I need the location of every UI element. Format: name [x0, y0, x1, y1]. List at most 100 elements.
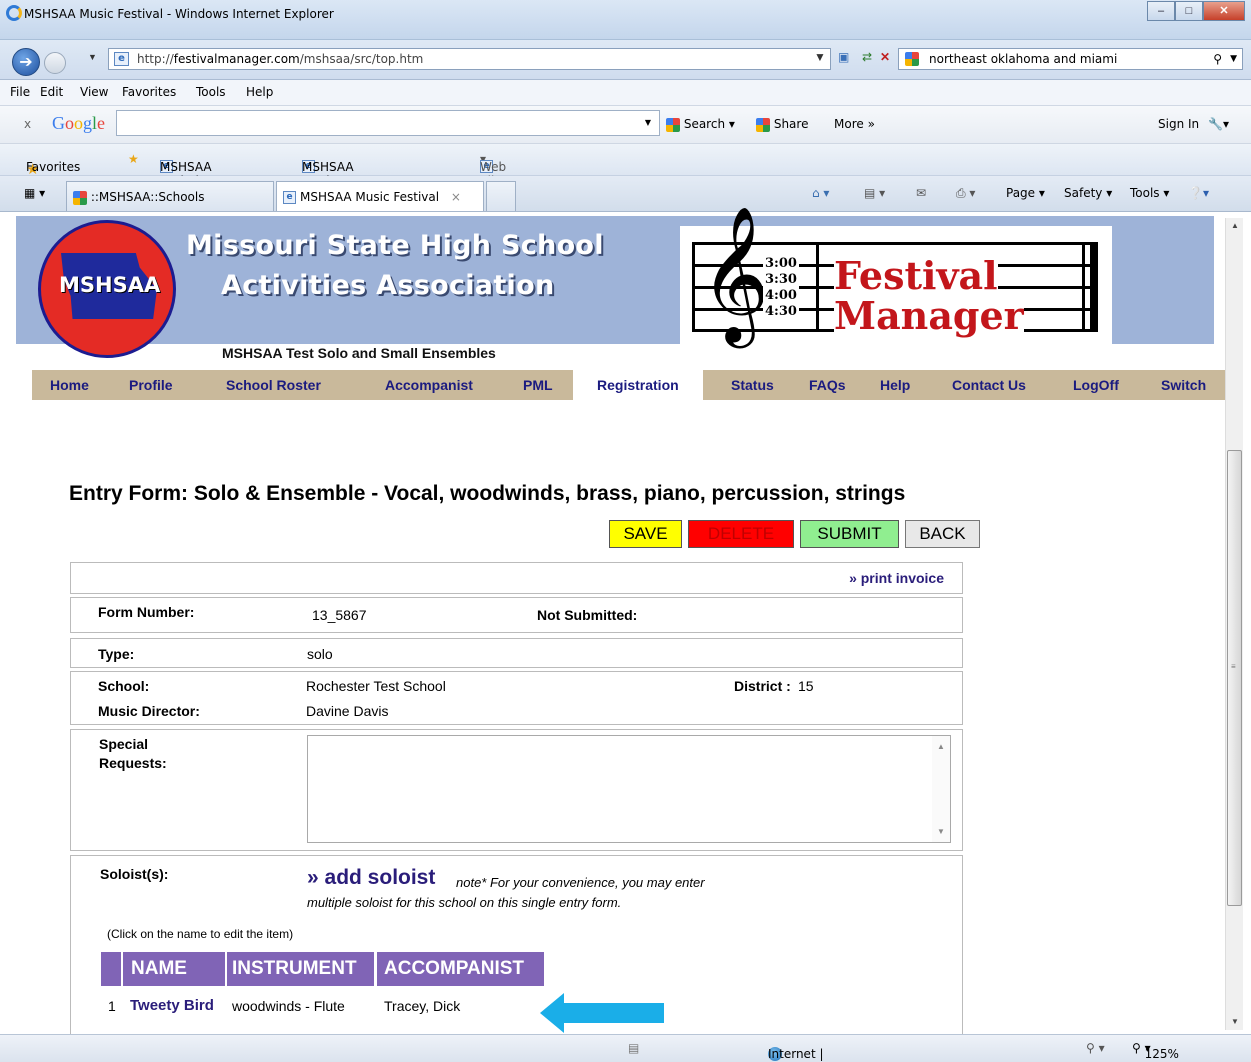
back-button[interactable]: ➔	[12, 48, 40, 76]
scroll-down-icon[interactable]: ▼	[937, 827, 945, 836]
stop-icon[interactable]: ✕	[880, 50, 890, 64]
menu-help[interactable]: Help	[246, 85, 273, 99]
add-soloist-link[interactable]: » add soloist	[307, 866, 435, 890]
protected-mode-icon[interactable]: ⚲ ▾	[1086, 1041, 1105, 1055]
google-icon	[666, 117, 680, 132]
row-number: 1	[108, 998, 116, 1014]
search-dropdown-icon[interactable]: ▼	[1230, 49, 1237, 69]
menu-edit[interactable]: Edit	[40, 85, 63, 99]
ie-logo-icon	[6, 5, 22, 21]
staff-barline	[692, 242, 695, 332]
nav-accompanist[interactable]: Accompanist	[385, 377, 473, 393]
address-input[interactable]: e http://festivalmanager.com/mshsaa/src/…	[108, 48, 831, 70]
staff-barline	[1090, 242, 1098, 332]
maximize-button[interactable]: □	[1175, 1, 1203, 21]
url-path: /mshsaa/src/top.htm	[299, 52, 424, 66]
new-tab-button[interactable]	[486, 181, 516, 211]
menu-view[interactable]: View	[80, 85, 108, 99]
not-submitted-label: Not Submitted:	[537, 607, 638, 623]
tools-menu[interactable]: Tools ▾	[1130, 186, 1169, 200]
help-icon[interactable]: ❔▾	[1188, 186, 1209, 200]
nav-registration[interactable]: Registration	[573, 370, 703, 400]
minimize-button[interactable]: –	[1147, 1, 1175, 21]
form-number-label: Form Number:	[98, 604, 195, 620]
column-header-accompanist: ACCOMPANIST	[377, 952, 544, 986]
share-button[interactable]: Share	[756, 117, 808, 132]
nav-school-roster[interactable]: School Roster	[226, 377, 321, 393]
google-search-input[interactable]: ▼	[116, 110, 660, 136]
window-titlebar: MSHSAA Music Festival - Windows Internet…	[0, 0, 1251, 40]
security-zone-label: Internet | Protected Mode: On	[768, 1047, 825, 1062]
history-dropdown-icon[interactable]: ▼	[88, 52, 97, 62]
close-window-button[interactable]: ✕	[1203, 1, 1245, 21]
form-number-value: 13_5867	[312, 607, 367, 623]
zoom-level: 125%	[1144, 1047, 1179, 1061]
address-dropdown-icon[interactable]: ▼	[814, 50, 826, 64]
page-menu[interactable]: Page ▾	[1006, 186, 1045, 200]
print-icon[interactable]: ⎙ ▾	[956, 186, 975, 201]
zoom-control[interactable]: ⚲ 125% ▾	[1132, 1041, 1179, 1061]
district-value: 15	[798, 678, 814, 694]
menu-file[interactable]: File	[10, 85, 30, 99]
search-input[interactable]: northeast oklahoma and miami ⚲ ▼	[898, 48, 1243, 70]
nav-switch[interactable]: Switch	[1161, 377, 1206, 393]
share-label: Share	[773, 117, 809, 131]
nav-contact-us[interactable]: Contact Us	[952, 377, 1026, 393]
delete-button[interactable]: DELETE	[688, 520, 794, 548]
nav-faqs[interactable]: FAQs	[809, 377, 846, 393]
home-icon[interactable]: ⌂ ▾	[812, 186, 829, 200]
submit-button[interactable]: SUBMIT	[800, 520, 899, 548]
tab-schools[interactable]: ::MSHSAA::Schools	[66, 181, 274, 211]
scroll-grip-icon: ≡	[1231, 662, 1236, 671]
google-search-label: Search	[683, 117, 726, 131]
sign-in-button[interactable]: Sign In	[1158, 117, 1199, 131]
url-prefix: http://	[137, 52, 174, 66]
menu-favorites[interactable]: Favorites	[122, 85, 176, 99]
safety-menu[interactable]: Safety ▾	[1064, 186, 1112, 200]
nav-pml[interactable]: PML	[523, 377, 553, 393]
mshsaa-logo: MSHSAA	[38, 220, 176, 358]
special-requests-textarea[interactable]: ▲ ▼	[307, 735, 951, 843]
search-icon[interactable]: ⚲	[1213, 49, 1222, 69]
nav-status[interactable]: Status	[731, 377, 774, 393]
refresh-icon[interactable]: ⇄	[862, 50, 872, 64]
nav-profile[interactable]: Profile	[129, 377, 173, 393]
back-button-form[interactable]: BACK	[905, 520, 980, 548]
mail-icon[interactable]: ✉	[916, 186, 926, 200]
scroll-down-icon[interactable]: ▼	[1226, 1014, 1244, 1030]
tab-music-festival[interactable]: e MSHSAA Music Festival ×	[276, 181, 484, 211]
scroll-up-icon[interactable]: ▲	[937, 742, 945, 751]
soloist-accompanist: Tracey, Dick	[384, 998, 461, 1014]
org-name-line-2: Activities Association	[221, 270, 555, 301]
google-search-button[interactable]: Search ▾	[666, 117, 735, 132]
add-favorite-icon[interactable]: ★	[128, 152, 139, 166]
nav-home[interactable]: Home	[50, 377, 89, 393]
org-name-line-1: Missouri State High School	[186, 230, 604, 261]
toolbar-close-button[interactable]: x	[24, 117, 31, 131]
print-invoice-link[interactable]: » print invoice	[849, 570, 944, 586]
time-slot: 3:30	[765, 272, 797, 287]
column-header-name: NAME	[123, 952, 225, 986]
click-name-hint: (Click on the name to edit the item)	[107, 927, 294, 941]
favorite-link-web-slice[interactable]: eWeb Slice Gallery ▾	[480, 152, 523, 202]
feeds-icon[interactable]: ▤ ▾	[864, 186, 885, 200]
site-nav: Home Profile School Roster Accompanist P…	[32, 370, 1229, 400]
forward-button[interactable]	[44, 52, 66, 74]
save-button[interactable]: SAVE	[609, 520, 682, 548]
nav-logoff[interactable]: LogOff	[1073, 377, 1119, 393]
google-dropdown-icon[interactable]: ▼	[645, 118, 651, 127]
form-number-panel	[70, 597, 963, 633]
close-tab-icon[interactable]: ×	[451, 190, 461, 204]
more-button[interactable]: More »	[834, 117, 875, 131]
soloist-name-link[interactable]: Tweety Bird	[130, 997, 214, 1014]
compatibility-icon[interactable]: ▣	[838, 50, 849, 64]
nav-help[interactable]: Help	[880, 377, 910, 393]
menu-tools[interactable]: Tools	[196, 85, 226, 99]
page-scrollbar[interactable]: ▲ ≡ ▼	[1225, 218, 1243, 1030]
quick-tabs-icon[interactable]: ▦ ▾	[24, 186, 45, 200]
status-page-icon: ▤	[628, 1041, 640, 1055]
textarea-scrollbar[interactable]: ▲ ▼	[932, 736, 950, 842]
scroll-thumb[interactable]	[1227, 450, 1242, 906]
wrench-icon[interactable]: 🔧▾	[1208, 117, 1229, 131]
scroll-up-icon[interactable]: ▲	[1226, 218, 1244, 234]
